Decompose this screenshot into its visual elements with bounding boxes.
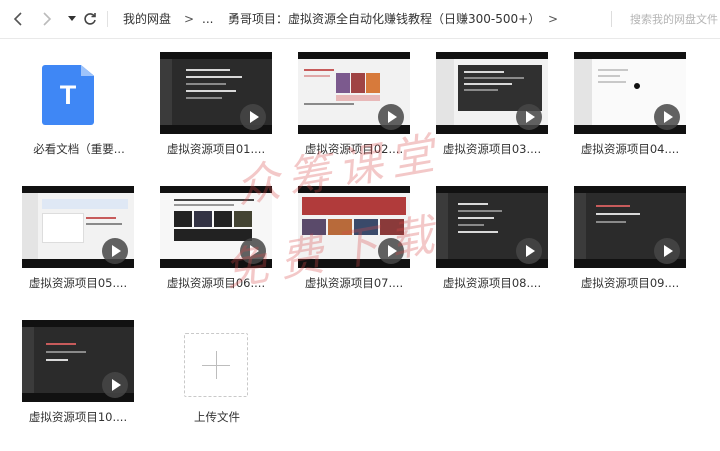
breadcrumb-ellipsis[interactable]: ... <box>202 11 213 27</box>
history-dropdown-button[interactable] <box>62 9 82 29</box>
search-input[interactable] <box>620 9 720 29</box>
video-thumbnail <box>574 52 686 134</box>
video-thumbnail <box>436 52 548 134</box>
back-button[interactable] <box>8 9 28 29</box>
chevron-left-icon <box>13 12 22 26</box>
file-name[interactable]: 虚拟资源项目10.... <box>12 410 144 424</box>
file-tile-video-01[interactable]: 虚拟资源项目01.... <box>150 52 282 172</box>
file-tile-video-05[interactable]: 虚拟资源项目05.... <box>12 186 144 306</box>
breadcrumb-separator-end: > <box>548 12 559 26</box>
top-navigation-bar: 我的网盘 > ... 勇哥项目：虚拟资源全自动化赚钱教程（日赚300-500+）… <box>0 0 720 39</box>
file-tile-video-07[interactable]: 虚拟资源项目07.... <box>288 186 420 306</box>
file-tile-video-10[interactable]: 虚拟资源项目10.... <box>12 320 144 440</box>
file-tile-video-08[interactable]: 虚拟资源项目08.... <box>426 186 558 306</box>
video-thumbnail <box>22 186 134 268</box>
play-icon[interactable] <box>516 238 542 264</box>
caret-down-icon <box>68 16 76 21</box>
upload-button[interactable] <box>184 333 248 397</box>
chevron-right-icon <box>43 12 52 26</box>
file-name[interactable]: 虚拟资源项目04.... <box>564 142 696 156</box>
file-tile-video-04[interactable]: 虚拟资源项目04.... <box>564 52 696 172</box>
video-thumbnail <box>160 52 272 134</box>
file-name[interactable]: 虚拟资源项目07.... <box>288 276 420 290</box>
play-icon[interactable] <box>240 104 266 130</box>
play-icon[interactable] <box>102 372 128 398</box>
file-name[interactable]: 虚拟资源项目06.... <box>150 276 282 290</box>
video-thumbnail <box>22 320 134 402</box>
video-thumbnail <box>574 186 686 268</box>
breadcrumb-root[interactable]: 我的网盘 <box>123 11 171 27</box>
file-name[interactable]: 虚拟资源项目03.... <box>426 142 558 156</box>
play-icon[interactable] <box>654 238 680 264</box>
file-tile-document[interactable]: T 必看文档（重要... <box>12 52 144 172</box>
video-thumbnail <box>298 52 410 134</box>
file-name[interactable]: 虚拟资源项目02.... <box>288 142 420 156</box>
refresh-button[interactable] <box>80 9 100 29</box>
file-name[interactable]: 虚拟资源项目01.... <box>150 142 282 156</box>
video-thumbnail <box>436 186 548 268</box>
video-thumbnail <box>298 186 410 268</box>
file-name[interactable]: 虚拟资源项目09.... <box>564 276 696 290</box>
nav-divider <box>107 11 108 27</box>
play-icon[interactable] <box>378 104 404 130</box>
play-icon[interactable] <box>654 104 680 130</box>
file-tile-video-02[interactable]: 虚拟资源项目02.... <box>288 52 420 172</box>
play-icon[interactable] <box>102 238 128 264</box>
file-name[interactable]: 虚拟资源项目05.... <box>12 276 144 290</box>
search-divider <box>611 11 612 27</box>
refresh-icon <box>84 13 96 25</box>
play-icon[interactable] <box>516 104 542 130</box>
upload-file-tile[interactable]: 上传文件 <box>161 321 293 441</box>
file-tile-video-09[interactable]: 虚拟资源项目09.... <box>564 186 696 306</box>
forward-button[interactable] <box>37 9 57 29</box>
play-icon[interactable] <box>240 238 266 264</box>
play-icon[interactable] <box>378 238 404 264</box>
document-icon-letter: T <box>59 80 77 110</box>
video-thumbnail <box>160 186 272 268</box>
file-tile-video-06[interactable]: 虚拟资源项目06.... <box>150 186 282 306</box>
upload-label[interactable]: 上传文件 <box>151 410 283 424</box>
file-tile-video-03[interactable]: 虚拟资源项目03.... <box>426 52 558 172</box>
file-name[interactable]: 必看文档（重要... <box>13 142 145 156</box>
breadcrumb-current-folder: 勇哥项目：虚拟资源全自动化赚钱教程（日赚300-500+） <box>228 12 541 26</box>
file-name[interactable]: 虚拟资源项目08.... <box>426 276 558 290</box>
breadcrumb-separator: > <box>184 12 195 26</box>
